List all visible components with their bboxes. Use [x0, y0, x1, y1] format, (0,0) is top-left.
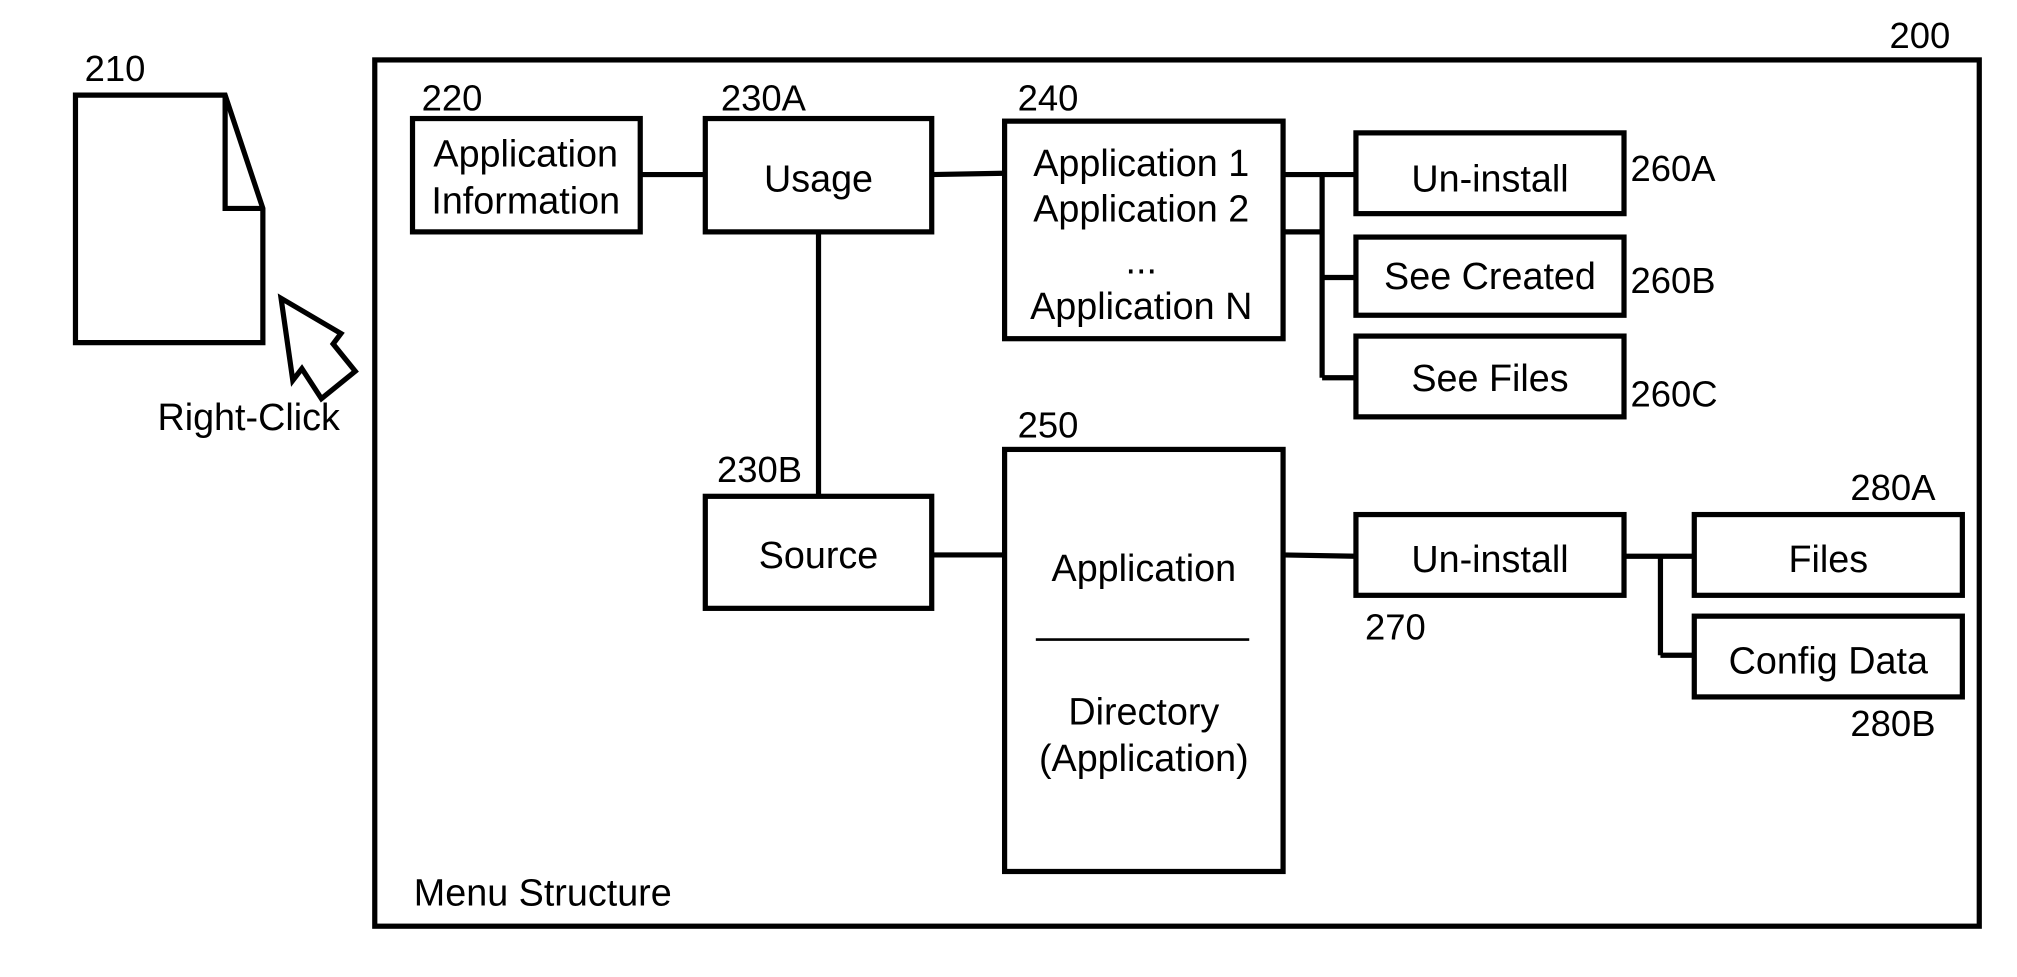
- application-2[interactable]: Application 2: [1033, 187, 1249, 229]
- application-n[interactable]: Application N: [1030, 285, 1252, 327]
- ref-230b: 230B: [717, 449, 802, 490]
- ref-280a: 280A: [1850, 467, 1936, 508]
- uninstall-270-label: Un-install: [1411, 538, 1568, 580]
- ref-270: 270: [1365, 607, 1426, 648]
- app-info-line-2: Information: [431, 180, 620, 222]
- uninstall-label: Un-install: [1411, 157, 1568, 199]
- ref-210: 210: [85, 48, 146, 89]
- see-created-menu-item[interactable]: See Created: [1353, 234, 1627, 318]
- right-click-label: Right-Click: [157, 396, 340, 438]
- ref-220: 220: [422, 78, 483, 119]
- application-directory-box[interactable]: Application Directory (Application): [1001, 446, 1286, 875]
- see-files-label: See Files: [1411, 357, 1568, 399]
- directory-label: Directory: [1068, 690, 1219, 732]
- ref-230a: 230A: [721, 78, 807, 119]
- menu-structure-caption: Menu Structure: [414, 871, 672, 913]
- application-information-box[interactable]: Application Information: [409, 115, 643, 235]
- application-label: Application: [1052, 547, 1237, 589]
- usage-label: Usage: [764, 157, 873, 199]
- application-ellipsis: ...: [1126, 240, 1157, 282]
- uninstall-menu-item[interactable]: Un-install: [1353, 130, 1627, 217]
- ref-260a: 260A: [1631, 148, 1717, 189]
- ref-250: 250: [1018, 405, 1079, 446]
- app-info-line-1: Application: [433, 133, 618, 175]
- ref-240: 240: [1018, 78, 1079, 119]
- see-files-menu-item[interactable]: See Files: [1353, 333, 1627, 420]
- document-icon[interactable]: [72, 92, 266, 346]
- files-label: Files: [1788, 538, 1868, 580]
- ref-200: 200: [1889, 15, 1950, 56]
- config-data-box[interactable]: Config Data: [1691, 613, 1965, 700]
- source-box[interactable]: Source: [702, 493, 935, 611]
- uninstall-270-box[interactable]: Un-install: [1353, 511, 1627, 598]
- directory-app-label: (Application): [1039, 737, 1249, 779]
- ref-260b: 260B: [1631, 260, 1716, 301]
- application-list-box[interactable]: Application 1 Application 2 ... Applicat…: [1001, 118, 1286, 342]
- application-1[interactable]: Application 1: [1033, 142, 1249, 184]
- menu-structure-diagram: 200 Menu Structure 210 Right-Click Appli…: [72, 15, 1982, 929]
- mouse-cursor-icon: [277, 293, 359, 403]
- usage-box[interactable]: Usage: [702, 115, 935, 235]
- source-label: Source: [759, 534, 879, 576]
- ref-260c: 260C: [1631, 373, 1718, 414]
- config-data-label: Config Data: [1729, 639, 1928, 681]
- files-box[interactable]: Files: [1691, 511, 1965, 598]
- ref-280b: 280B: [1850, 703, 1935, 744]
- see-created-label: See Created: [1384, 255, 1596, 297]
